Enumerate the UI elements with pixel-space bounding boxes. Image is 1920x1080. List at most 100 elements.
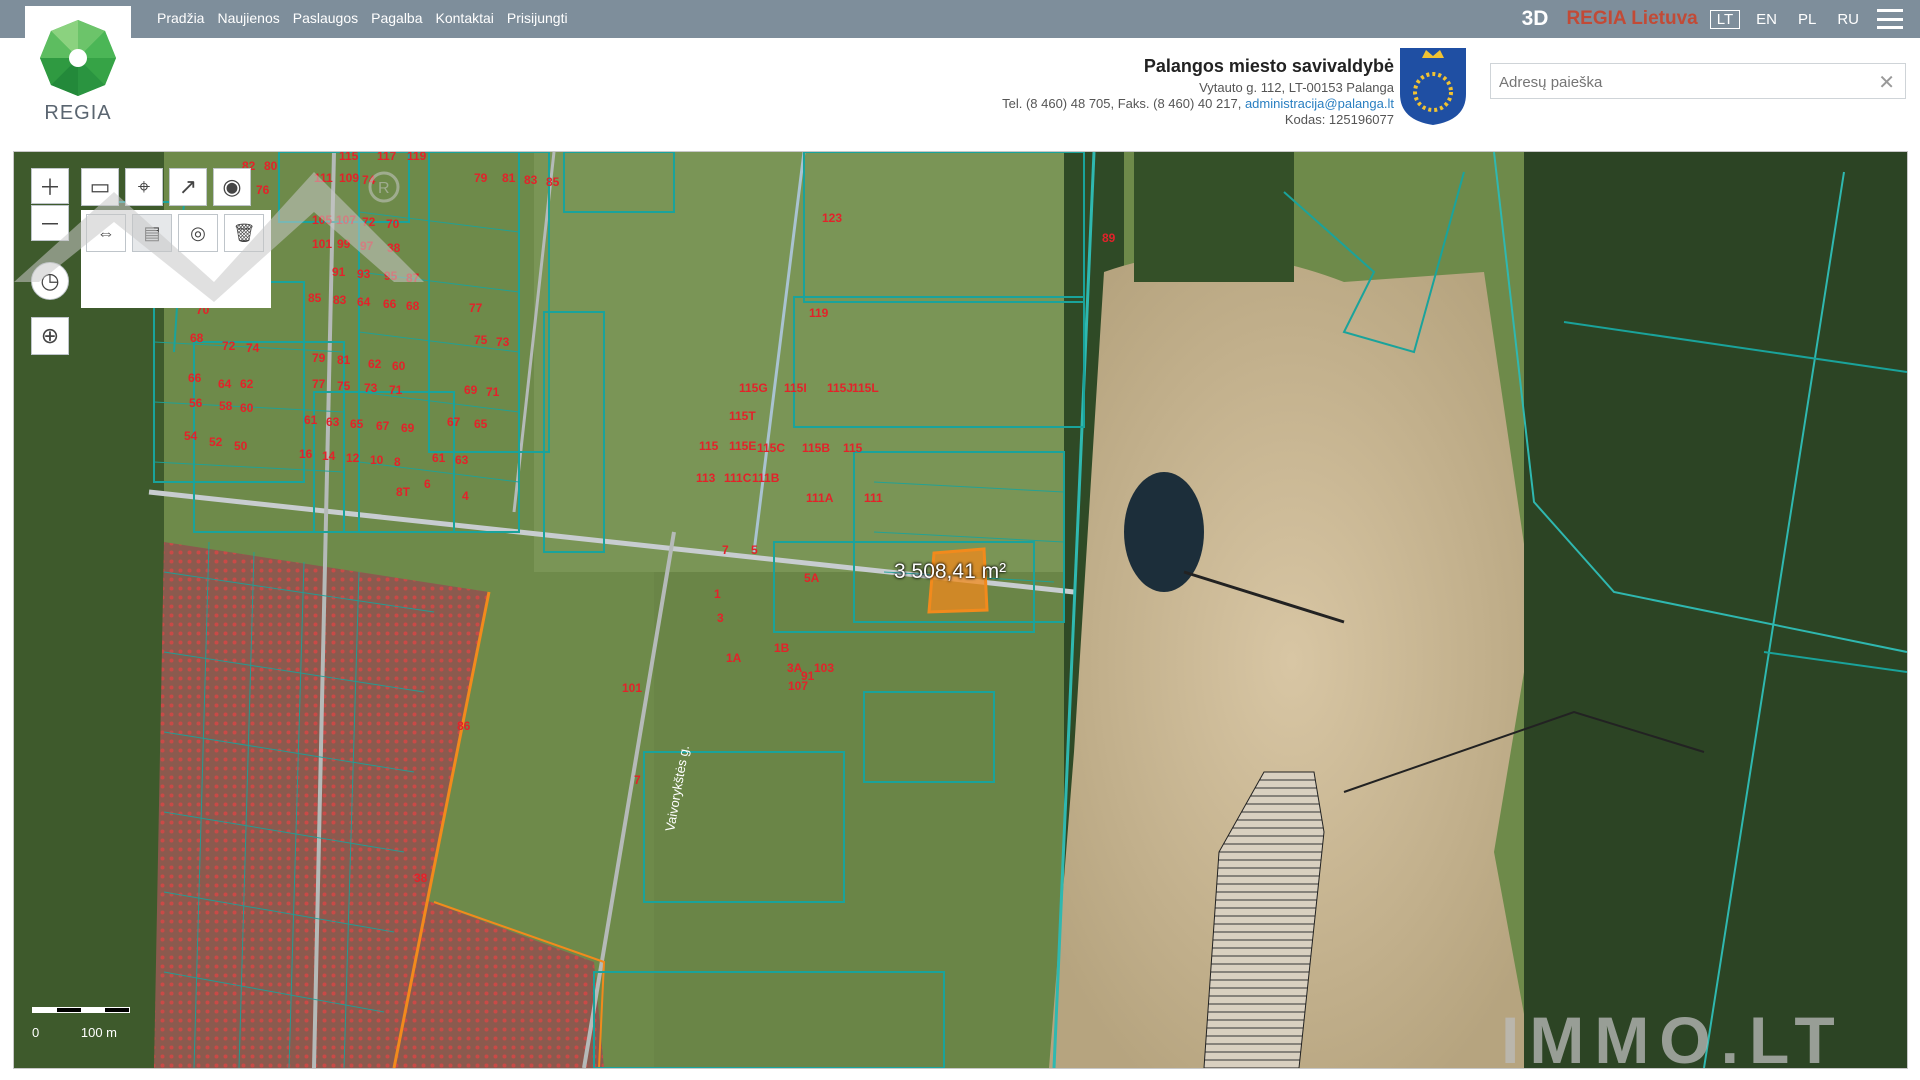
parcel-label: 65: [350, 417, 364, 431]
parcel-label: 14: [322, 449, 336, 463]
parcel-label: 1: [714, 587, 721, 601]
parcel-label: 115I: [784, 381, 807, 395]
nav-pradzia[interactable]: Pradžia: [157, 10, 204, 26]
parcel-label: 8T: [396, 485, 411, 499]
parcel-label: 54: [184, 429, 198, 443]
parcel-label: 115: [843, 441, 863, 455]
map-viewport[interactable]: 8280761151171191111097479818385123105107…: [13, 151, 1908, 1069]
parcel-label: 3: [717, 611, 724, 625]
parcel-label: 77: [469, 301, 483, 315]
parcel-label: 60: [392, 359, 406, 373]
parcel-label: 60: [240, 401, 254, 415]
parcel-label: 63: [326, 415, 340, 429]
parcel-label: 69: [401, 421, 415, 435]
parcel-label: 69: [464, 383, 478, 397]
parcel-label: 81: [502, 171, 516, 185]
immo-watermark-icon: R: [14, 171, 424, 302]
watermark-text: IMMO.LT: [1501, 1003, 1845, 1069]
parcel-label: 58: [219, 399, 233, 413]
municipality-info: Palangos miesto savivaldybė Vytauto g. 1…: [1002, 56, 1394, 128]
parcel-label: 115B: [802, 441, 830, 455]
parcel-label: 123: [822, 211, 842, 225]
parcel-label: 12: [346, 451, 360, 465]
parcel-label: 63: [455, 453, 469, 467]
parcel-label: 101: [622, 681, 642, 695]
parcel-label: 67: [447, 415, 461, 429]
nav-paslaugos[interactable]: Paslaugos: [293, 10, 358, 26]
svg-text:R: R: [378, 180, 390, 197]
coat-of-arms-icon: [1400, 48, 1466, 125]
parcel-label: 115G: [739, 381, 768, 395]
parcel-label: 7: [634, 773, 641, 787]
regia-logo-icon: [40, 20, 116, 96]
parcel-label: 8: [394, 455, 401, 469]
parcel-label: 115J: [827, 381, 853, 395]
municipality-address: Vytauto g. 112, LT-00153 Palanga: [1199, 80, 1394, 95]
lang-en[interactable]: EN: [1756, 11, 1777, 28]
address-search-input[interactable]: [1491, 64, 1861, 100]
parcel-label: 52: [209, 435, 223, 449]
parcel-label: 10: [370, 453, 384, 467]
parcel-label: 66: [188, 371, 202, 385]
parcel-label: 77: [312, 377, 326, 391]
parcel-label: 5: [751, 543, 758, 557]
parcel-label: 64: [218, 377, 232, 391]
parcel-label: 75: [337, 379, 351, 393]
municipality-contacts: Tel. (8 460) 48 705, Faks. (8 460) 40 21…: [1002, 96, 1394, 112]
parcel-label: 61: [432, 451, 446, 465]
parcel-label: 4: [462, 489, 469, 503]
parcel-label: 6: [424, 477, 431, 491]
nav-prisijungti[interactable]: Prisijungti: [507, 10, 568, 26]
parcel-label: 71: [389, 383, 403, 397]
parcel-label: 89: [1102, 231, 1116, 245]
parcel-label: 1B: [774, 641, 790, 655]
parcel-label: 115L: [852, 381, 879, 395]
parcel-label: 67: [376, 419, 390, 433]
parcel-label: 111C: [724, 471, 752, 485]
top-bar: Pradžia Naujienos Paslaugos Pagalba Kont…: [0, 0, 1920, 38]
parcel-label: 73: [496, 335, 510, 349]
parcel-label: 86: [457, 719, 471, 733]
parcel-label: 75: [474, 333, 488, 347]
nav-pagalba[interactable]: Pagalba: [371, 10, 422, 26]
parcel-label: 83: [524, 173, 538, 187]
parcel-label: 73: [364, 381, 378, 395]
parcel-label: 61: [304, 413, 318, 427]
parcel-label: 16: [299, 447, 313, 461]
parcel-label: 115T: [729, 409, 756, 423]
parcel-label: 5A: [804, 571, 820, 585]
parcel-label: 113: [696, 471, 716, 485]
main-nav: Pradžia Naujienos Paslaugos Pagalba Kont…: [157, 10, 568, 26]
parcel-label: 81: [337, 353, 351, 367]
parcel-label: 85: [546, 175, 560, 189]
lang-lt[interactable]: LT: [1709, 9, 1741, 29]
parcel-label: 115E: [729, 439, 756, 453]
regia-logo[interactable]: REGIA: [25, 6, 131, 136]
parcel-label: 91: [801, 669, 815, 683]
municipality-code: Kodas: 125196077: [1284, 112, 1394, 127]
phone-fax: Tel. (8 460) 48 705, Faks. (8 460) 40 21…: [1002, 96, 1242, 111]
scale-bar: 0 100 m: [32, 1007, 130, 1040]
parcel-label: 103: [814, 661, 834, 675]
email-link[interactable]: administracija@palanga.lt: [1245, 96, 1394, 111]
3d-mode-button[interactable]: 3D: [1522, 7, 1549, 31]
hamburger-menu-icon[interactable]: [1877, 9, 1903, 29]
parcel-label: 71: [486, 385, 500, 399]
nav-naujienos[interactable]: Naujienos: [217, 10, 279, 26]
nav-kontaktai[interactable]: Kontaktai: [436, 10, 494, 26]
parcel-label: 115: [699, 439, 719, 453]
top-right-controls: 3D REGIA Lietuva LT EN PL RU: [1522, 0, 1920, 38]
parcel-label: 65: [474, 417, 488, 431]
municipality-name: Palangos miesto savivaldybė: [1143, 56, 1394, 76]
parcel-label: 111: [864, 491, 883, 505]
clear-search-icon[interactable]: ✕: [1878, 70, 1895, 95]
area-measurement-label: 3 508,41 m²: [894, 560, 1007, 583]
parcel-label: 50: [234, 439, 248, 453]
scale-label-zero: 0: [32, 1025, 40, 1040]
address-search[interactable]: ✕: [1490, 63, 1906, 100]
parcel-label: 56: [189, 396, 203, 410]
parcel-label: 79: [474, 171, 488, 185]
parcel-label: 62: [368, 357, 382, 371]
regia-lietuva-link[interactable]: REGIA Lietuva: [1566, 8, 1697, 30]
lang-pl[interactable]: PL: [1798, 11, 1816, 28]
